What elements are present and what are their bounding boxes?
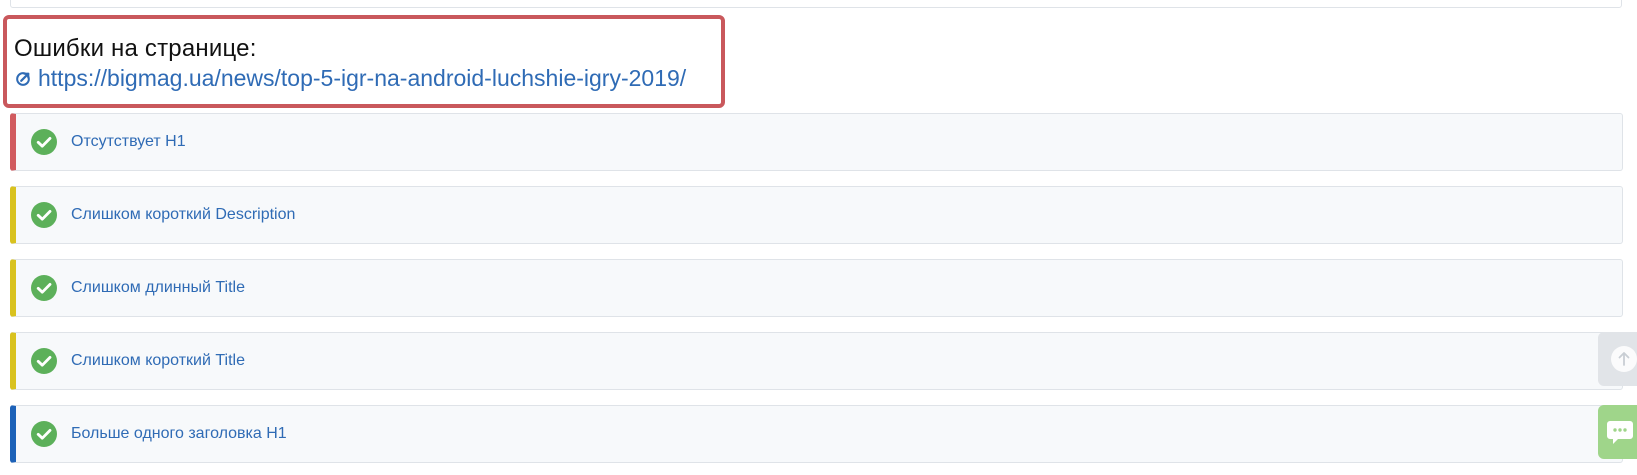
error-label: Больше одного заголовка H1 — [71, 425, 287, 442]
chat-button[interactable] — [1598, 405, 1637, 459]
check-circle-icon — [31, 348, 57, 374]
error-label: Слишком короткий Description — [71, 206, 296, 223]
highlight-box: Ошибки на странице: https://bigmag.ua/ne… — [3, 15, 725, 108]
error-row-multiple-h1[interactable]: Больше одного заголовка H1 — [10, 405, 1623, 463]
error-row-long-title[interactable]: Слишком длинный Title — [10, 259, 1623, 317]
error-row-short-title[interactable]: Слишком короткий Title — [10, 332, 1623, 390]
check-circle-icon — [31, 421, 57, 447]
check-circle-icon — [31, 275, 57, 301]
check-circle-icon — [31, 202, 57, 228]
chat-icon — [1607, 421, 1633, 444]
error-label: Слишком короткий Title — [71, 352, 245, 369]
external-link-icon — [16, 71, 30, 86]
error-label: Отсутствует H1 — [71, 133, 186, 150]
page-url-text: https://bigmag.ua/news/top-5-igr-na-andr… — [38, 65, 687, 91]
error-label: Слишком длинный Title — [71, 279, 245, 296]
page-title: Ошибки на странице: — [14, 35, 257, 62]
error-row-short-description[interactable]: Слишком короткий Description — [10, 186, 1623, 244]
scroll-to-top-button[interactable] — [1598, 332, 1637, 386]
page-url-link[interactable]: https://bigmag.ua/news/top-5-igr-na-andr… — [14, 65, 686, 92]
check-circle-icon — [31, 129, 57, 155]
arrow-up-icon — [1611, 346, 1637, 372]
previous-panel — [10, 0, 1622, 8]
error-row-missing-h1[interactable]: Отсутствует H1 — [10, 113, 1623, 171]
